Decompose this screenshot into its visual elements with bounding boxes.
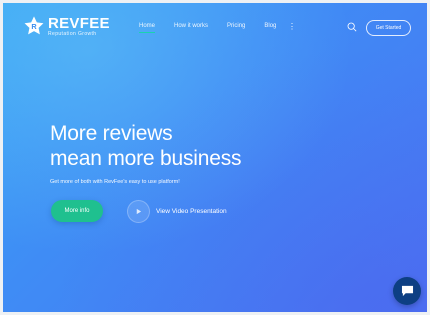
play-video-button[interactable] [127, 200, 150, 223]
search-icon[interactable] [347, 22, 357, 32]
headline-line-2: mean more business [50, 147, 242, 170]
hero-headline: More reviews mean more business [50, 121, 242, 171]
brand-tagline: Reputation Growth [48, 30, 97, 37]
kebab-icon[interactable]: ⋮ [288, 23, 296, 31]
get-started-button[interactable]: Get Started [366, 20, 411, 36]
nav-how-it-works[interactable]: How it works [174, 23, 208, 29]
play-icon [136, 208, 142, 215]
chat-icon [401, 285, 413, 297]
more-info-button[interactable]: More info [51, 200, 103, 222]
star-logo-icon: R [24, 16, 44, 35]
nav-home[interactable]: Home [139, 23, 156, 33]
headline-line-1: More reviews [50, 122, 173, 145]
brand-name: REVFEE [48, 14, 110, 32]
main-nav: Home How it works Pricing Blog [139, 23, 276, 33]
svg-text:R: R [31, 22, 37, 31]
brand-logo[interactable]: R REVFEE Reputation Growth [23, 15, 110, 37]
hero-subtitle: Get more of both with RevFee's easy to u… [50, 179, 180, 185]
nav-blog[interactable]: Blog [264, 23, 276, 29]
hero-section: R REVFEE Reputation Growth Home How it w… [3, 3, 427, 312]
nav-pricing[interactable]: Pricing [227, 23, 245, 29]
chat-button[interactable] [393, 277, 421, 305]
video-presentation-link[interactable]: View Video Presentation [156, 208, 227, 215]
